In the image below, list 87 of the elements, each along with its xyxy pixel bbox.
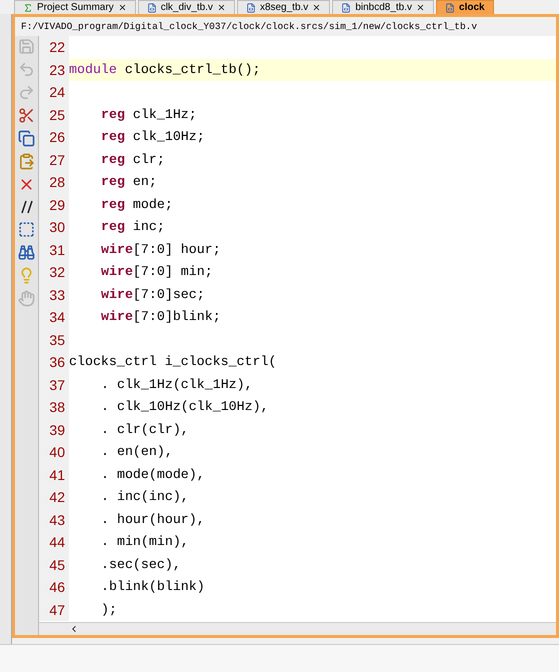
tab-label: clock bbox=[459, 2, 485, 14]
code-token: .blink(blink) bbox=[101, 579, 205, 594]
line-number: 33 bbox=[39, 284, 69, 306]
code-token: wire bbox=[101, 242, 133, 256]
code-token: mode; bbox=[132, 196, 173, 212]
code-token: reg bbox=[101, 174, 125, 189]
scissors-icon[interactable] bbox=[18, 107, 35, 124]
line-number: 43 bbox=[39, 508, 69, 531]
code-token: . mode(mode), bbox=[101, 466, 205, 482]
paste-icon[interactable] bbox=[18, 153, 35, 170]
editor-tab[interactable]: binbcd8_tb.v bbox=[332, 0, 434, 14]
code-token: [7:0]blink; bbox=[132, 309, 221, 324]
line-number: 26 bbox=[39, 126, 69, 148]
code-token: . hour(hour), bbox=[101, 512, 205, 526]
code-token: wire bbox=[101, 309, 133, 324]
code-token: reg bbox=[101, 196, 125, 212]
code-token: clocks_ctrl_tb(); bbox=[124, 62, 261, 76]
horizontal-scrollbar[interactable] bbox=[39, 622, 556, 635]
code-token: . clr(clr), bbox=[101, 422, 189, 436]
code-token: reg bbox=[101, 219, 125, 234]
line-number: 37 bbox=[39, 374, 69, 396]
line-number: 38 bbox=[39, 396, 69, 418]
line-number: 46 bbox=[39, 576, 69, 598]
line-number: 28 bbox=[39, 171, 69, 194]
line-number: 27 bbox=[39, 148, 69, 171]
close-icon[interactable] bbox=[312, 3, 322, 12]
code-token: reg bbox=[101, 152, 125, 166]
file-icon bbox=[445, 2, 456, 12]
tab-label: Project Summary bbox=[37, 2, 114, 14]
code-token: . clk_10Hz(clk_10Hz), bbox=[101, 399, 269, 414]
tab-label: x8seg_tb.v bbox=[260, 2, 308, 14]
code-token: . inc(inc), bbox=[101, 489, 189, 504]
code-token: reg bbox=[101, 129, 125, 144]
code-token: ); bbox=[101, 602, 117, 616]
code-token: clocks_ctrl i_clocks_ctrl( bbox=[69, 354, 276, 369]
code-token: inc; bbox=[132, 219, 165, 234]
file-path: F:/VIVADO_program/Digital_clock_Y037/clock/clock.srcs/sim_1/new/clocks_ctrl_tb.v bbox=[15, 17, 556, 36]
editor-tab[interactable]: clk_div_tb.v bbox=[138, 0, 235, 14]
close-icon[interactable] bbox=[216, 3, 226, 12]
close-icon[interactable] bbox=[118, 3, 127, 12]
code-token: wire bbox=[101, 286, 133, 302]
line-number: 41 bbox=[39, 464, 69, 486]
close-icon[interactable] bbox=[416, 3, 426, 12]
file-icon bbox=[341, 2, 352, 12]
code-token: [7:0] hour; bbox=[132, 242, 221, 256]
code-token: module bbox=[69, 62, 117, 76]
line-number: 29 bbox=[39, 194, 69, 216]
copy-icon[interactable] bbox=[18, 130, 35, 147]
line-number: 31 bbox=[39, 238, 69, 261]
code-token: clr; bbox=[132, 152, 165, 166]
dashed-box-icon[interactable] bbox=[18, 221, 35, 238]
line-number: 45 bbox=[39, 554, 69, 576]
line-number: 23 bbox=[39, 58, 69, 81]
line-number: 36 bbox=[39, 351, 69, 374]
editor-tab[interactable]: Project Summary bbox=[14, 0, 136, 14]
file-icon bbox=[146, 2, 157, 12]
line-number: 24 bbox=[39, 81, 69, 104]
line-number: 40 bbox=[39, 441, 69, 464]
binoculars-icon[interactable] bbox=[18, 244, 35, 261]
line-number: 30 bbox=[39, 216, 69, 238]
code-token: . clk_1Hz(clk_1Hz), bbox=[101, 376, 253, 392]
code-token: clk_1Hz; bbox=[132, 106, 197, 122]
line-number: 35 bbox=[39, 328, 69, 351]
tab-label: binbcd8_tb.v bbox=[355, 2, 412, 14]
line-number: 47 bbox=[39, 598, 69, 621]
code-token: en; bbox=[132, 174, 157, 189]
code-token: clk_10Hz; bbox=[132, 129, 205, 144]
code-token: . min(min), bbox=[101, 534, 189, 549]
code-token: [7:0] min; bbox=[132, 264, 213, 279]
line-number: 39 bbox=[39, 418, 69, 441]
line-number: 34 bbox=[39, 306, 69, 328]
comment-slashes-icon[interactable] bbox=[20, 199, 34, 215]
line-number: 22 bbox=[39, 36, 69, 58]
line-number: 42 bbox=[39, 486, 69, 508]
code-token: . en(en), bbox=[101, 444, 173, 459]
sigma-icon bbox=[23, 2, 33, 12]
code-token: .sec(sec), bbox=[101, 556, 181, 572]
code-token: [7:0]sec; bbox=[132, 286, 205, 302]
line-number: 44 bbox=[39, 531, 69, 554]
line-number: 32 bbox=[39, 261, 69, 284]
tab-label: clk_div_tb.v bbox=[160, 2, 213, 14]
code-token: wire bbox=[101, 264, 133, 279]
file-icon bbox=[246, 2, 256, 12]
editor-tab[interactable]: clock bbox=[436, 0, 494, 14]
code-token: reg bbox=[101, 106, 125, 122]
editor-tab[interactable]: x8seg_tb.v bbox=[236, 0, 330, 14]
line-number: 25 bbox=[39, 104, 69, 126]
